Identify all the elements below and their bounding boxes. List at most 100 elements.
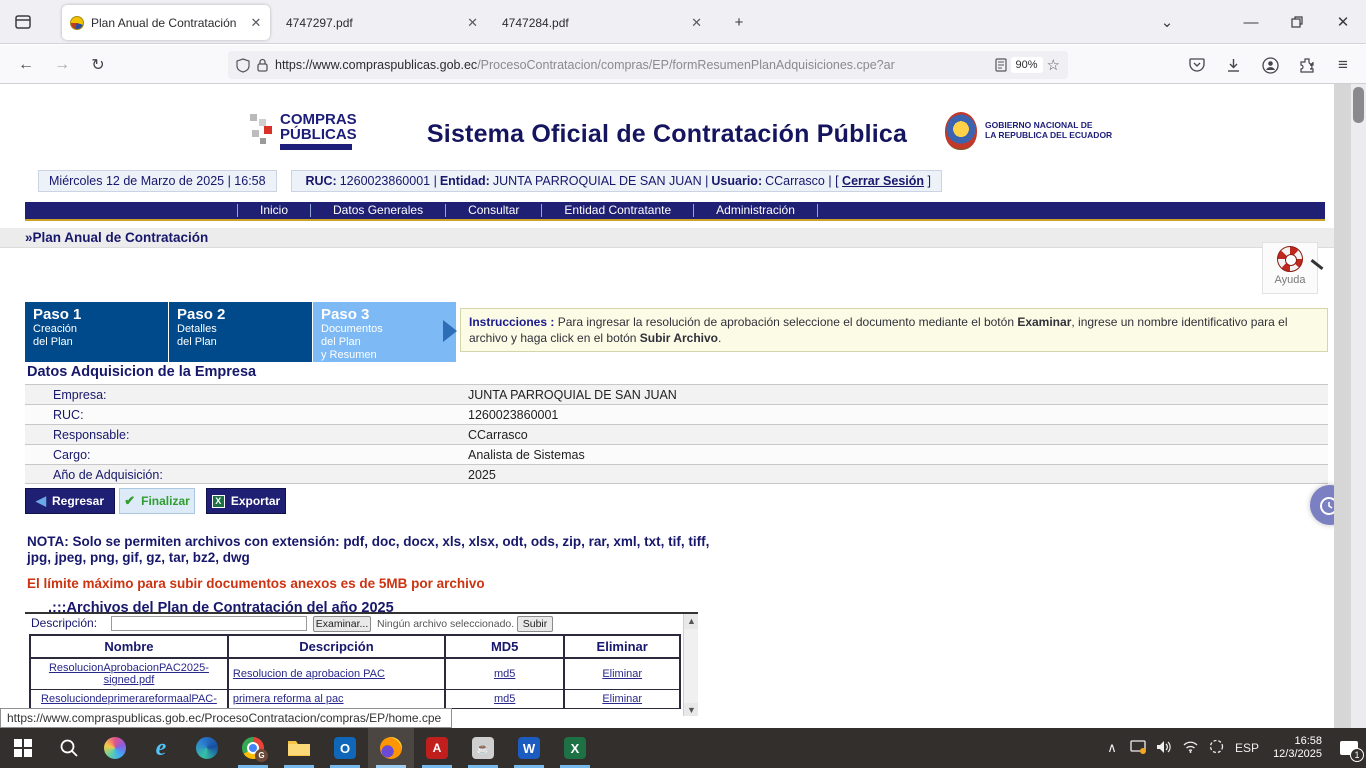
edge-icon[interactable]: [184, 728, 230, 768]
minimize-button[interactable]: —: [1236, 8, 1266, 36]
md5-link[interactable]: md5: [494, 693, 515, 705]
tab-close-icon[interactable]: ✕: [467, 15, 478, 31]
back-arrow-icon: ◀: [36, 493, 46, 509]
wifi-icon[interactable]: [1177, 740, 1203, 756]
copilot-icon[interactable]: [92, 728, 138, 768]
table-row: Año de Adquisición:2025: [25, 464, 1328, 484]
step-paso-3-active: Paso 3 Documentosdel Plany Resumen: [313, 302, 456, 362]
archivos-scrollbar[interactable]: ▲ ▼: [683, 614, 698, 716]
zoom-level-badge[interactable]: 90%: [1011, 57, 1043, 73]
session-box: RUC:1260023860001 | Entidad:JUNTA PARROQ…: [291, 170, 942, 192]
tab-title: 4747284.pdf: [502, 16, 569, 30]
file-explorer-icon[interactable]: [276, 728, 322, 768]
screen-share-icon[interactable]: [1125, 740, 1151, 757]
search-icon[interactable]: [46, 728, 92, 768]
tab-close-icon[interactable]: ✕: [691, 15, 702, 31]
ecuador-crest-icon: [945, 112, 977, 150]
exportar-button[interactable]: X Exportar: [206, 488, 286, 514]
notification-center[interactable]: 1: [1332, 728, 1366, 768]
tab-pdf-4747284[interactable]: 4747284.pdf ✕: [494, 5, 710, 40]
file-link[interactable]: ResoluciondeprimerareformaalPAC-: [35, 693, 223, 705]
word-icon[interactable]: W: [506, 728, 552, 768]
eliminar-link[interactable]: Eliminar: [602, 668, 642, 680]
tab-plan-anual[interactable]: Plan Anual de Contratación ✕: [62, 5, 270, 40]
url-text: https://www.compraspublicas.gob.ec/Proce…: [275, 58, 995, 72]
start-button[interactable]: [0, 728, 46, 768]
restore-button[interactable]: [1282, 8, 1312, 36]
tab-pdf-4747297[interactable]: 4747297.pdf ✕: [278, 5, 486, 40]
md5-link[interactable]: md5: [494, 668, 515, 680]
nav-administracion[interactable]: Administración: [693, 204, 818, 217]
lock-icon: [257, 58, 268, 72]
archivos-table: Nombre Descripción MD5 Eliminar Resoluci…: [29, 634, 681, 709]
pocket-icon[interactable]: [1184, 53, 1210, 77]
nota-text: NOTA: Solo se permiten archivos con exte…: [27, 534, 721, 566]
internet-explorer-icon[interactable]: e: [138, 728, 184, 768]
volume-icon[interactable]: [1151, 740, 1177, 757]
bookmark-star-icon[interactable]: ☆: [1047, 56, 1060, 74]
downloads-icon[interactable]: [1220, 53, 1246, 77]
excel-icon: X: [212, 495, 225, 508]
url-bar[interactable]: https://www.compraspublicas.gob.ec/Proce…: [228, 51, 1068, 79]
new-tab-button[interactable]: +: [724, 8, 754, 36]
firefox-view-icon[interactable]: [10, 9, 36, 35]
table-row: Cargo:Analista de Sistemas: [25, 444, 1328, 464]
nav-inicio[interactable]: Inicio: [237, 204, 310, 217]
scroll-down-icon[interactable]: ▼: [684, 703, 698, 716]
reload-icon[interactable]: ↻: [84, 51, 112, 79]
outlook-icon[interactable]: O: [322, 728, 368, 768]
instructions-box: Instrucciones : Para ingresar la resoluc…: [460, 308, 1328, 352]
reader-view-icon[interactable]: [995, 58, 1007, 72]
tray-chevron-icon[interactable]: ∧: [1099, 740, 1125, 756]
cerrar-sesion-link[interactable]: Cerrar Sesión: [842, 174, 924, 188]
table-row: ResoluciondeprimerareformaalPAC- primera…: [30, 690, 680, 709]
floating-clock-widget[interactable]: [1310, 485, 1334, 525]
ayuda-button[interactable]: Ayuda: [1262, 242, 1318, 294]
table-row: RUC:1260023860001: [25, 404, 1328, 424]
regresar-button[interactable]: ◀ Regresar: [25, 488, 115, 514]
file-desc-link[interactable]: Resolucion de aprobacion PAC: [233, 668, 385, 680]
nav-consultar[interactable]: Consultar: [445, 204, 541, 217]
no-file-text: Ningún archivo seleccionado.: [377, 618, 514, 630]
clock-icon: [1318, 493, 1334, 517]
close-button[interactable]: ✕: [1328, 8, 1358, 36]
finalizar-button[interactable]: ✔ Finalizar: [119, 488, 195, 514]
page-scrollbar[interactable]: [1350, 84, 1366, 728]
list-tabs-chevron-icon[interactable]: ⌄: [1152, 8, 1182, 36]
table-header-row: Nombre Descripción MD5 Eliminar: [30, 635, 680, 658]
dev-app-icon[interactable]: ☕: [460, 728, 506, 768]
table-row: Empresa:JUNTA PARROQUIAL DE SAN JUAN: [25, 384, 1328, 404]
eliminar-link[interactable]: Eliminar: [602, 693, 642, 705]
account-icon[interactable]: [1257, 53, 1283, 77]
descripcion-input[interactable]: [111, 616, 307, 631]
subir-button[interactable]: Subir: [517, 616, 553, 632]
scroll-up-icon[interactable]: ▲: [684, 614, 698, 629]
tab-title: Plan Anual de Contratación: [91, 16, 236, 30]
nav-entidad-contratante[interactable]: Entidad Contratante: [541, 204, 693, 217]
check-icon: ✔: [124, 493, 135, 509]
language-indicator[interactable]: ESP: [1229, 741, 1265, 755]
page-content: COMPRASPÚBLICAS Sistema Oficial de Contr…: [0, 84, 1334, 728]
browser-toolbar: ← → ↻ https://www.compraspublicas.gob.ec…: [0, 45, 1366, 84]
teams-icon[interactable]: [1203, 739, 1229, 757]
empresa-table: Empresa:JUNTA PARROQUIAL DE SAN JUAN RUC…: [25, 384, 1328, 484]
system-tray: ∧ ESP 16:58 12/3/2025 1: [1099, 728, 1366, 768]
chrome-icon[interactable]: G: [230, 728, 276, 768]
examinar-button[interactable]: Examinar...: [313, 616, 371, 632]
lifebuoy-help-icon: [1277, 246, 1303, 272]
menu-hamburger-icon[interactable]: ≡: [1330, 53, 1356, 77]
acrobat-icon[interactable]: A: [414, 728, 460, 768]
forward-icon[interactable]: →: [48, 51, 76, 79]
nav-datos-generales[interactable]: Datos Generales: [310, 204, 445, 217]
excel-icon[interactable]: X: [552, 728, 598, 768]
file-desc-link[interactable]: primera reforma al pac: [233, 693, 344, 705]
firefox-icon[interactable]: [368, 728, 414, 768]
shield-icon[interactable]: [236, 58, 250, 73]
file-link[interactable]: ResolucionAprobacionPAC2025-signed.pdf: [35, 662, 223, 686]
scrollbar-thumb[interactable]: [1353, 87, 1364, 123]
clock[interactable]: 16:58 12/3/2025: [1273, 735, 1322, 761]
datetime-box: Miércoles 12 de Marzo de 2025 | 16:58: [38, 170, 277, 192]
back-icon[interactable]: ←: [12, 51, 40, 79]
extensions-puzzle-icon[interactable]: [1294, 53, 1320, 77]
tab-close-icon[interactable]: ✕: [250, 15, 261, 31]
